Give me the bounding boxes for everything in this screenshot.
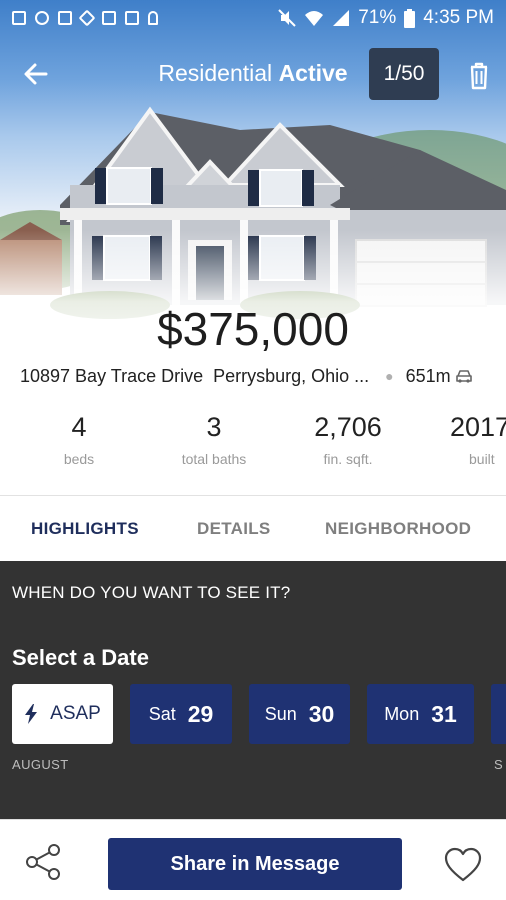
stat-value: 4 [71, 412, 87, 442]
bottom-action-bar: Share in Message [0, 819, 506, 900]
share-icon [26, 844, 60, 880]
date-button-sun-30[interactable]: Sun 30 [249, 684, 350, 744]
stat-baths: 3 total baths [164, 412, 264, 467]
date-weekday: Sun [264, 703, 297, 724]
stat-label: total baths [181, 451, 247, 467]
divider [0, 495, 506, 496]
title-prefix: Residential [158, 60, 273, 86]
stat-built: 2017 built [450, 412, 506, 467]
stat-value: 3 [206, 412, 222, 442]
share-in-message-button[interactable]: Share in Message [108, 838, 402, 890]
stat-label: beds [63, 451, 95, 467]
date-day: 31 [431, 700, 457, 727]
square-icon [102, 11, 116, 25]
stat-beds: 4 beds [39, 412, 119, 467]
stat-sqft: 2,706 fin. sqft. [298, 412, 398, 467]
date-day: 29 [187, 700, 214, 727]
asap-label: ASAP [50, 703, 101, 724]
tab-neighborhood[interactable]: NEIGHBORHOOD [325, 519, 471, 539]
status-bar: 71% 4:35 PM [0, 0, 506, 36]
trash-icon [470, 62, 488, 90]
distance: 651m [405, 365, 451, 386]
date-button-sat-29[interactable]: Sat 29 [130, 684, 232, 744]
heart-icon [444, 847, 482, 882]
asap-button[interactable]: ASAP [12, 684, 113, 744]
share-button[interactable] [24, 842, 64, 882]
stat-label: built [469, 451, 495, 467]
schedule-question: WHEN DO YOU WANT TO SEE IT? [12, 583, 291, 602]
next-month-label: S [494, 757, 503, 772]
dropbox-icon [78, 9, 96, 27]
title-status: Active [278, 60, 348, 86]
stat-label: fin. sqft. [323, 451, 373, 467]
signal-icon [333, 10, 350, 26]
top-app-bar: Residential Active 1/50 [0, 46, 506, 102]
photo-counter[interactable]: 1/50 [369, 48, 439, 100]
date-day: 30 [308, 700, 335, 727]
camera-icon [58, 11, 72, 25]
property-stats: 4 beds 3 total baths 2,706 fin. sqft. 20… [0, 412, 506, 484]
separator-dot: ● [385, 368, 394, 384]
rx-icon [125, 11, 139, 25]
tab-bar: HIGHLIGHTS DETAILS NEIGHBORHOOD [0, 497, 506, 561]
tab-details[interactable]: DETAILS [197, 519, 271, 539]
address-row[interactable]: 10897 Bay Trace Drive Perrysburg, Ohio .… [20, 364, 500, 388]
schedule-heading: Select a Date [12, 645, 149, 670]
delete-button[interactable] [462, 58, 496, 92]
schedule-panel: WHEN DO YOU WANT TO SEE IT? Select a Dat… [0, 561, 506, 819]
date-weekday: Sat [148, 703, 176, 724]
date-button-next-partial[interactable] [491, 684, 506, 744]
date-weekday: Mon [384, 703, 420, 724]
tab-highlights[interactable]: HIGHLIGHTS [31, 519, 139, 539]
city-state: Perrysburg, Ohio ... [213, 365, 370, 386]
battery-percent: 71% [358, 7, 397, 28]
date-button-mon-31[interactable]: Mon 31 [367, 684, 474, 744]
lightning-icon [25, 704, 38, 724]
month-label: AUGUST [12, 757, 69, 772]
clock: 4:35 PM [423, 7, 494, 28]
person-icon [148, 11, 158, 25]
listing-price: $375,000 [157, 303, 349, 355]
car-icon [455, 370, 472, 383]
shield-icon [35, 11, 49, 25]
street-address: 10897 Bay Trace Drive [20, 365, 204, 386]
wifi-icon [305, 11, 324, 26]
favorite-button[interactable] [444, 847, 482, 883]
stat-value: 2,706 [314, 412, 382, 442]
stat-value: 2017 [450, 412, 506, 442]
battery-icon [404, 8, 416, 28]
image-icon [12, 11, 26, 25]
mute-icon [278, 9, 296, 27]
